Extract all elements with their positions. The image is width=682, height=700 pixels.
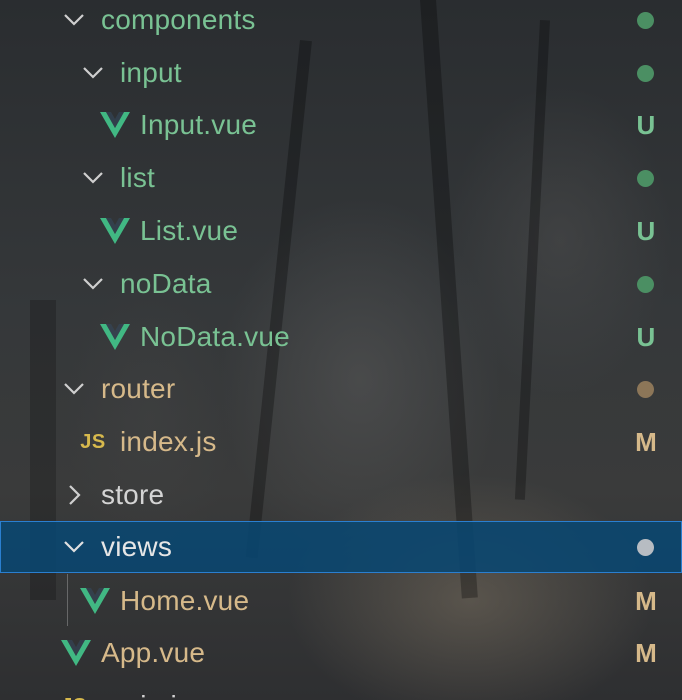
- vue-icon: [78, 584, 112, 618]
- git-status-badge: M: [635, 585, 657, 616]
- git-status-dot: [637, 275, 654, 293]
- js-icon: JS: [57, 689, 91, 700]
- tree-item-label: noData: [120, 268, 212, 299]
- file-explorer-tree: components input Input.vue U list List.v…: [0, 0, 682, 700]
- tree-item-label: main.js: [101, 690, 191, 700]
- chevron-down-icon[interactable]: [82, 167, 104, 189]
- tree-item-label: list: [120, 162, 156, 193]
- tree-item-label: index.js: [120, 426, 217, 457]
- git-status-badge: U: [636, 215, 656, 246]
- tree-item-label: Input.vue: [140, 109, 257, 140]
- git-status-dot: [637, 11, 654, 29]
- tree-row-components[interactable]: components: [0, 0, 682, 46]
- tree-row-index-js[interactable]: JS index.js M: [0, 416, 682, 468]
- tree-row-nodata[interactable]: noData: [0, 258, 682, 310]
- git-status-dot: [637, 64, 654, 82]
- tree-row-input-vue[interactable]: Input.vue U: [0, 99, 682, 151]
- chevron-down-icon[interactable]: [63, 536, 85, 558]
- tree-item-label: views: [101, 531, 173, 562]
- tree-item-label: store: [101, 479, 165, 510]
- tree-row-home-vue[interactable]: Home.vue M: [0, 575, 682, 627]
- vue-icon: [98, 320, 132, 354]
- tree-item-label: router: [101, 373, 176, 404]
- git-status-badge: U: [636, 109, 656, 140]
- tree-row-store[interactable]: store: [0, 469, 682, 521]
- tree-item-label: App.vue: [101, 637, 206, 668]
- git-status-dot: [637, 538, 654, 556]
- vue-icon: [59, 636, 93, 670]
- chevron-down-icon[interactable]: [82, 273, 104, 295]
- chevron-down-icon[interactable]: [82, 62, 104, 84]
- tree-item-label: components: [101, 4, 256, 35]
- vue-icon: [98, 108, 132, 142]
- tree-row-list-vue[interactable]: List.vue U: [0, 205, 682, 257]
- git-status-badge: M: [635, 637, 657, 668]
- tree-row-nodata-vue[interactable]: NoData.vue U: [0, 311, 682, 363]
- vue-icon: [98, 214, 132, 248]
- git-status-dot: [637, 169, 654, 187]
- tree-item-label: input: [120, 57, 182, 88]
- js-icon: JS: [80, 430, 106, 453]
- chevron-right-icon[interactable]: [64, 484, 86, 506]
- chevron-down-icon[interactable]: [63, 9, 85, 31]
- tree-item-label: Home.vue: [120, 585, 250, 616]
- tree-row-router[interactable]: router: [0, 363, 682, 415]
- tree-row-input[interactable]: input: [0, 47, 682, 99]
- tree-item-label: List.vue: [140, 215, 239, 246]
- git-status-dot: [637, 380, 654, 398]
- chevron-down-icon[interactable]: [63, 378, 85, 400]
- tree-row-list[interactable]: list: [0, 152, 682, 204]
- git-status-badge: U: [636, 321, 656, 352]
- tree-row-main-js[interactable]: JS main.js: [0, 680, 682, 700]
- tree-item-label: NoData.vue: [140, 321, 290, 352]
- git-status-badge: M: [635, 426, 657, 457]
- tree-row-views[interactable]: views: [0, 521, 682, 573]
- tree-row-app-vue[interactable]: App.vue M: [0, 627, 682, 679]
